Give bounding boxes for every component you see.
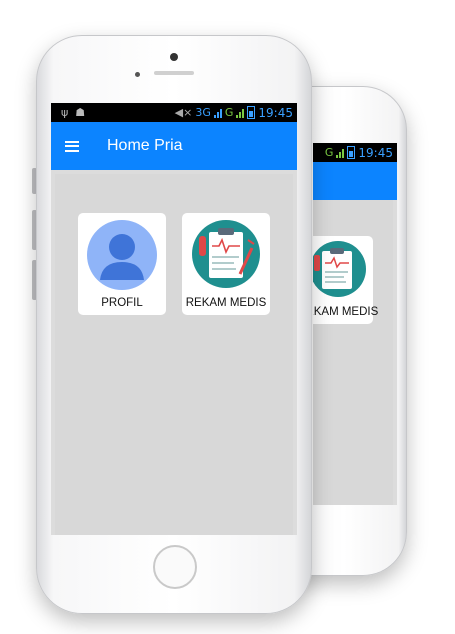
medical-record-clipboard-icon [313,241,366,297]
back-content: REKAM MEDIS [313,200,393,505]
hamburger-menu-icon[interactable] [65,140,79,152]
back-battery-icon [347,146,356,159]
back-app-bar [313,162,397,200]
proximity-sensor [135,72,140,77]
menu-label-rekam-medis: REKAM MEDIS [185,297,267,309]
user-avatar-icon [87,220,157,290]
menu-label-profil: PROFIL [101,297,143,309]
app-bar: Home Pria [51,122,297,170]
back-menu-card-rekam-medis[interactable]: REKAM MEDIS [313,236,378,324]
main-content: PROFIL REKAM MEDIS [55,174,293,535]
signal-icon-2 [236,108,245,118]
network-type-g: G [224,106,234,119]
android-debug-icon: ☗ [75,106,86,119]
menu-card-rekam-medis[interactable]: REKAM MEDIS [182,213,270,315]
front-phone-screen: ψ ☗ ◀× 3G G 19:45 Home Pria PROFIL REKAM… [51,103,297,535]
medical-record-clipboard-icon [192,220,260,288]
earpiece-speaker [154,71,194,75]
usb-icon: ψ [61,106,69,119]
front-camera [170,53,178,61]
signal-icon [213,108,222,118]
back-phone-screen: G 19:45 REKAM MEDIS [313,143,397,505]
back-signal-icon [336,148,345,158]
back-status-time: 19:45 [358,145,393,160]
mute-icon: ◀× [174,106,193,119]
page-title: Home Pria [107,137,183,154]
back-menu-label: REKAM MEDIS [313,306,379,318]
back-network-type: G [324,146,334,159]
battery-icon [247,106,256,119]
back-status-bar: G 19:45 [313,143,397,162]
network-type-3g: 3G [195,106,211,119]
home-button[interactable] [153,545,197,589]
menu-card-profil[interactable]: PROFIL [78,213,166,315]
status-time: 19:45 [258,105,293,120]
status-bar: ψ ☗ ◀× 3G G 19:45 [51,103,297,122]
